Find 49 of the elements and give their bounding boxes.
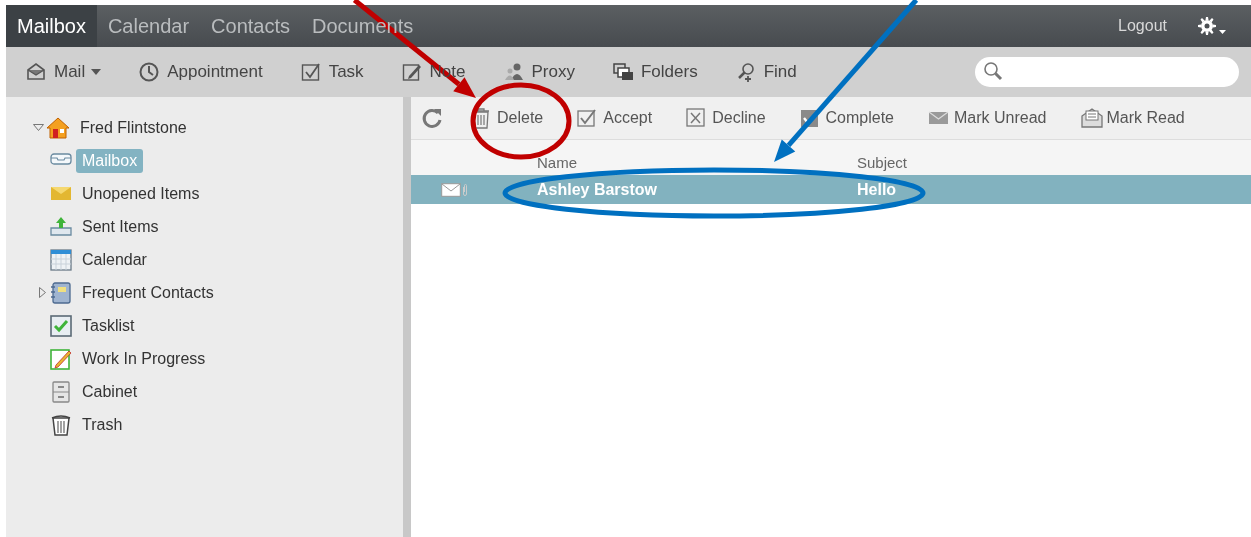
nav-tab[interactable]: Calendar (96, 5, 201, 47)
decline-button[interactable]: Decline (686, 107, 766, 129)
folder-item[interactable]: Unopened Items (76, 181, 206, 206)
expanded-triangle-icon[interactable] (32, 124, 44, 131)
mail-button[interactable]: Mail (26, 61, 102, 83)
address-book-icon (50, 281, 72, 304)
nav-tab[interactable]: Mailbox (6, 5, 97, 47)
folder-item[interactable]: Sent Items (76, 214, 165, 239)
checkbox-icon (300, 61, 323, 83)
folder-item[interactable]: Work In Progress (76, 346, 212, 371)
checked-box-icon (50, 314, 72, 337)
refresh-icon[interactable] (421, 107, 443, 129)
envelope-icon (26, 61, 48, 83)
search-field[interactable] (975, 57, 1239, 87)
search-icon (983, 61, 1005, 83)
people-icon (503, 61, 526, 83)
folders-icon (613, 61, 635, 83)
folder-item[interactable]: Tasklist (76, 313, 141, 338)
trash-can-icon (50, 413, 72, 436)
folder-item[interactable]: Trash (76, 412, 129, 437)
subject-text: Hello (857, 180, 897, 199)
calendar-icon (50, 248, 72, 271)
tree-root-label[interactable]: Fred Flintstone (74, 115, 193, 140)
complete-button[interactable]: Complete (799, 107, 894, 129)
proxy-button[interactable]: Proxy (503, 61, 575, 83)
logout-link[interactable]: Logout (1118, 5, 1167, 47)
pencil-pad-icon (50, 347, 72, 370)
unread-button[interactable]: Mark Unread (928, 107, 1047, 129)
accept-button[interactable]: Accept (577, 107, 653, 129)
open-envelope-icon (1080, 107, 1103, 129)
read-button[interactable]: Mark Read (1080, 107, 1185, 129)
pencil-note-icon (401, 61, 424, 83)
collapsed-triangle-icon[interactable] (38, 287, 46, 298)
outbox-icon (50, 215, 72, 238)
task-button[interactable]: Task (300, 61, 364, 83)
folder-item[interactable]: Calendar (76, 247, 153, 272)
folder-item[interactable]: Frequent Contacts (76, 280, 220, 305)
envelope-icon (441, 182, 461, 197)
folder-item[interactable]: Cabinet (76, 379, 144, 404)
find-button[interactable]: Find (735, 61, 797, 83)
folders-button[interactable]: Folders (613, 61, 698, 83)
sender-name: Ashley Barstow (537, 180, 659, 199)
appointment-button[interactable]: Appointment (139, 61, 263, 83)
house-icon (46, 116, 70, 139)
column-header[interactable]: Name (537, 154, 857, 175)
file-cabinet-icon (50, 380, 72, 403)
column-header[interactable]: Subject (857, 154, 908, 175)
settings-icon[interactable] (1197, 15, 1227, 37)
nav-tab[interactable]: Contacts (200, 5, 302, 47)
